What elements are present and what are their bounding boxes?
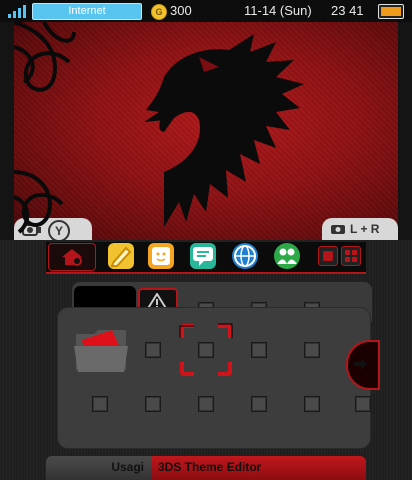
status-bar: Internet G 300 11-14 (Sun) 23 41 bbox=[0, 0, 412, 22]
empty-slot[interactable] bbox=[145, 396, 161, 412]
dragon-silhouette bbox=[14, 22, 304, 234]
signal-strength-icon bbox=[8, 5, 26, 18]
square-icon bbox=[323, 251, 333, 261]
empty-slot[interactable] bbox=[251, 396, 267, 412]
theme-author-label: Usagi bbox=[46, 456, 152, 480]
dragon-head bbox=[144, 34, 304, 227]
grid-icon bbox=[345, 250, 357, 262]
empty-slot[interactable] bbox=[355, 396, 371, 412]
arrow-right-icon bbox=[354, 358, 367, 370]
play-coin-icon: G bbox=[151, 4, 167, 20]
folder-icon[interactable] bbox=[72, 324, 130, 376]
pencil-icon[interactable] bbox=[108, 243, 134, 269]
theme-editor-label: 3DS Theme Editor bbox=[152, 456, 366, 480]
selection-cursor bbox=[179, 323, 233, 376]
mii-face-icon[interactable] bbox=[148, 243, 174, 269]
view-mode-grid-button[interactable] bbox=[341, 246, 361, 266]
dragon-wallpaper bbox=[14, 22, 398, 240]
editor-name: 3DS Theme Editor bbox=[158, 460, 262, 474]
author-name: Usagi bbox=[111, 460, 144, 474]
time: 23 41 bbox=[331, 3, 364, 18]
battery-level bbox=[381, 7, 401, 16]
top-screen: Internet G 300 11-14 (Sun) 23 41 Y L + R bbox=[0, 0, 412, 240]
celtic-knot-bottom bbox=[14, 170, 64, 234]
home-toolbar bbox=[46, 242, 366, 274]
globe-icon[interactable] bbox=[232, 243, 258, 269]
empty-slot[interactable] bbox=[198, 396, 214, 412]
house-icon bbox=[62, 249, 82, 266]
date: 11-14 (Sun) bbox=[244, 3, 312, 18]
celtic-knot-top bbox=[14, 22, 76, 92]
empty-slot[interactable] bbox=[251, 342, 267, 358]
settings-button[interactable] bbox=[48, 243, 96, 271]
empty-slot[interactable] bbox=[304, 342, 320, 358]
empty-slot[interactable] bbox=[145, 342, 161, 358]
friends-icon[interactable] bbox=[274, 243, 300, 269]
coin-count: 300 bbox=[170, 3, 192, 18]
empty-slot[interactable] bbox=[304, 396, 320, 412]
view-mode-large-button[interactable] bbox=[318, 246, 338, 266]
chat-bubble-icon[interactable] bbox=[190, 243, 216, 269]
battery-icon bbox=[378, 4, 404, 19]
empty-slot[interactable] bbox=[92, 396, 108, 412]
wifi-status: Internet bbox=[32, 3, 142, 20]
bottom-screen: Usagi 3DS Theme Editor bbox=[0, 240, 412, 480]
